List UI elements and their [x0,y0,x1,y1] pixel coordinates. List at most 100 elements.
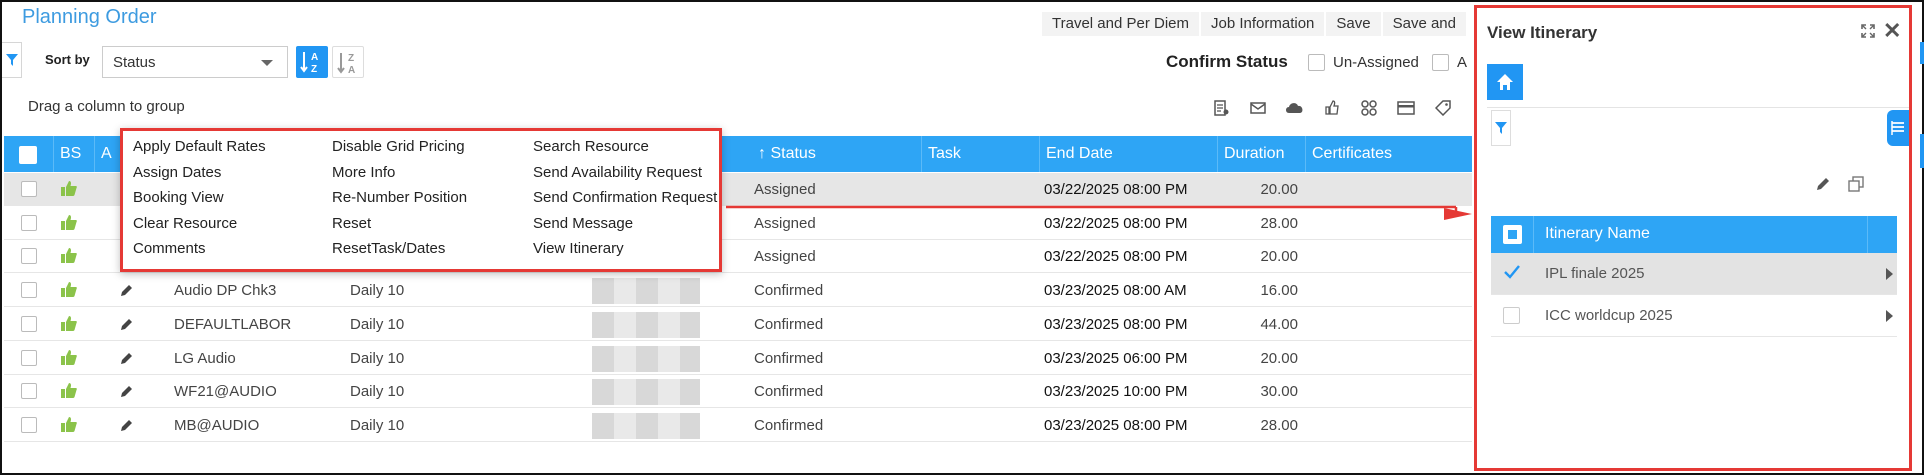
thumbs-up-icon [61,248,77,268]
context-menu-item-send-confirmation-request[interactable]: Send Confirmation Request [533,189,717,206]
sort-ascending-button[interactable]: A Z [296,46,328,78]
header-separator [1533,216,1534,253]
column-bs[interactable]: BS [54,136,95,172]
sort-by-value: Status [113,54,156,71]
pencil-icon[interactable] [120,384,134,403]
save-and-button[interactable]: Save and [1382,12,1466,36]
end-date-cell: 03/22/2025 08:00 PM [1044,248,1188,266]
column-task[interactable]: Task [922,136,1040,172]
panel-filter-tab[interactable] [1491,110,1511,146]
close-icon[interactable]: ✕ [1883,20,1901,42]
resource-name-cell: Audio DP Chk3 [174,282,277,300]
table-row[interactable]: DEFAULTLABOR Daily 10 Confirmed 03/23/2025 … [4,308,1472,341]
job-information-button[interactable]: Job Information [1201,12,1325,36]
itinerary-name: IPL finale 2025 [1545,265,1645,282]
row-checkbox[interactable] [21,416,37,433]
context-menu-item-send-message[interactable]: Send Message [533,215,633,232]
sort-az-icon: A Z [300,52,318,75]
thumbs-up-icon [61,349,77,370]
context-menu-item-send-availability-request[interactable]: Send Availability Request [533,164,702,181]
context-menu-item-booking-view[interactable]: Booking View [133,189,224,206]
context-menu-item-search-resource[interactable]: Search Resource [533,138,649,155]
table-row[interactable]: Audio DP Chk3 Daily 10 Confirmed 03/23/2025… [4,274,1472,308]
context-menu-item-clear-resource[interactable]: Clear Resource [133,215,237,232]
save-button[interactable]: Save [1326,12,1381,36]
thumbs-up-icon [61,315,77,336]
row-checkbox[interactable] [21,315,37,332]
thumbs-up-icon[interactable] [1313,98,1350,118]
link-icon[interactable] [1350,98,1387,118]
sort-by-select[interactable]: Status [102,46,288,78]
row-checkbox[interactable] [21,248,37,265]
caret-right-icon[interactable] [1886,310,1893,322]
context-menu-item-assign-dates[interactable]: Assign Dates [133,164,221,181]
redacted-cell [592,345,700,372]
context-menu-item-reset[interactable]: Reset [332,215,371,232]
panel-title: View Itinerary [1487,23,1598,42]
caret-right-icon[interactable] [1886,268,1893,280]
select-all-checkbox[interactable] [19,146,37,164]
table-row[interactable]: WF21@AUDIO Daily 10 Confirmed 03/23/2025 10… [4,375,1472,409]
table-row[interactable]: LG Audio Daily 10 Confirmed 03/23/2025 06:0… [4,342,1472,375]
unassigned-label: Un-Assigned [1333,54,1419,71]
column-chooser-tab[interactable] [1887,110,1909,146]
end-date-cell: 03/23/2025 06:00 PM [1044,349,1188,367]
panel-edge-tab[interactable] [1920,42,1924,64]
svg-text:Z: Z [348,53,354,64]
context-menu-item-comments[interactable]: Comments [133,240,206,257]
home-button[interactable] [1487,64,1523,100]
itinerary-row[interactable]: ICC worldcup 2025 [1491,295,1897,337]
group-drop-hint: Drag a column to group [28,98,185,115]
context-menu-item-disable-grid-pricing[interactable]: Disable Grid Pricing [332,138,465,155]
pencil-icon[interactable] [120,317,134,336]
context-menu-item-apply-default-rates[interactable]: Apply Default Rates [133,138,266,155]
assigned-checkbox[interactable] [1432,54,1449,71]
pencil-icon[interactable] [1815,176,1831,192]
card-icon[interactable] [1387,98,1424,118]
duration-cell: 44.00 [1260,315,1298,333]
context-menu-item-view-itinerary[interactable]: View Itinerary [533,240,624,257]
shift-cell: Daily 10 [350,416,405,434]
cloud-icon[interactable] [1276,98,1313,118]
end-date-cell: 03/23/2025 08:00 PM [1044,315,1188,333]
column-certificates[interactable]: Certificates [1306,136,1472,172]
copy-icon[interactable] [1848,176,1864,192]
filter-tab[interactable] [2,42,22,78]
itinerary-name-column[interactable]: Itinerary Name [1545,225,1650,243]
sort-descending-button[interactable]: Z A [332,46,364,78]
row-checkbox[interactable] [21,349,37,366]
itinerary-grid-header: Itinerary Name [1491,216,1897,253]
travel-per-diem-button[interactable]: Travel and Per Diem [1042,12,1199,36]
assigned-option[interactable]: A [1432,54,1467,71]
svg-text:Z: Z [311,64,317,75]
more-icon[interactable] [1461,98,1472,118]
row-checkbox[interactable] [21,282,37,299]
checkmark-icon[interactable] [1503,263,1521,281]
column-status[interactable]: ↑ Status [752,136,922,172]
pencil-icon[interactable] [120,283,134,302]
context-menu-item-more-info[interactable]: More Info [332,164,395,181]
table-row[interactable]: MB@AUDIO Daily 10 Confirmed 03/23/2025 08:0… [4,409,1472,442]
row-checkbox[interactable] [21,214,37,231]
unassigned-option[interactable]: Un-Assigned [1308,54,1419,71]
itinerary-select-all-checkbox[interactable] [1503,225,1522,244]
report-icon[interactable] [1202,98,1239,118]
row-checkbox[interactable] [21,383,37,400]
itinerary-row-checkbox[interactable] [1503,307,1520,324]
tag-icon[interactable] [1424,98,1461,118]
column-end-date[interactable]: End Date [1040,136,1218,172]
unassigned-checkbox[interactable] [1308,54,1325,71]
expand-icon[interactable] [1861,24,1875,38]
context-menu-item-re-number-position[interactable]: Re-Number Position [332,189,467,206]
shift-cell: Daily 10 [350,349,405,367]
pencil-icon[interactable] [120,351,134,370]
row-checkbox[interactable] [21,181,37,197]
itinerary-row[interactable]: IPL finale 2025 [1491,253,1897,295]
pencil-icon[interactable] [120,418,134,437]
filter-icon [1495,122,1507,134]
mail-icon[interactable] [1239,98,1276,118]
context-menu-item-resettask-dates[interactable]: ResetTask/Dates [332,240,445,257]
panel-edge-tab[interactable] [1920,134,1924,168]
select-all-column [4,136,54,172]
column-duration[interactable]: Duration [1218,136,1306,172]
